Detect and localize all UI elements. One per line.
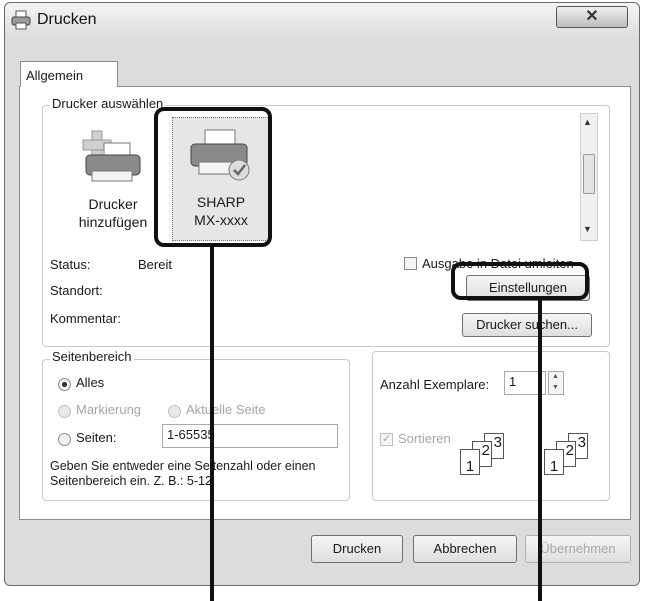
printer-label-line1: Drucker	[88, 196, 138, 212]
settings-callout	[451, 262, 589, 300]
spin-down-icon[interactable]: ▼	[552, 384, 559, 391]
status-value: Bereit	[138, 257, 172, 272]
close-button[interactable]: ✕	[556, 6, 628, 28]
radio-current-page[interactable]	[168, 405, 181, 418]
printer-callout-line	[210, 247, 214, 601]
tab-general[interactable]: Allgemein	[20, 61, 118, 87]
radio-current-page-label: Aktuelle Seite	[186, 402, 266, 417]
cancel-button[interactable]: Abbrechen	[413, 535, 517, 563]
printer-item-add[interactable]: Drucker hinzufügen	[68, 129, 158, 239]
printer-list-scrollbar[interactable]: ▲ ▼	[580, 113, 598, 241]
printer-label-line2: hinzufügen	[78, 214, 148, 230]
scrollbar-thumb[interactable]	[583, 154, 595, 194]
status-label: Status:	[50, 257, 91, 272]
scroll-up-icon[interactable]: ▲	[583, 117, 592, 127]
printer-callout	[154, 107, 272, 247]
print-button[interactable]: Drucken	[311, 535, 403, 563]
radio-all-label: Alles	[76, 375, 105, 390]
print-to-file-checkbox[interactable]	[404, 257, 417, 270]
printer-group-label: Drucker auswählen	[50, 96, 166, 111]
radio-all[interactable]	[58, 378, 71, 391]
find-printer-button[interactable]: Drucker suchen...	[462, 313, 592, 337]
collate-stack-icon: 3 2 1	[460, 433, 520, 483]
collate-label: Sortieren	[398, 431, 451, 446]
window-title: Drucken	[37, 11, 97, 28]
spin-up-icon[interactable]: ▲	[552, 373, 559, 380]
radio-selection-label: Markierung	[76, 402, 142, 417]
collate-checkbox[interactable]: ✓	[380, 433, 393, 446]
title-bar: Drucken ✕	[5, 3, 639, 39]
copies-spinner[interactable]: ▲ ▼	[548, 371, 564, 395]
add-printer-icon	[82, 130, 141, 182]
copies-label: Anzahl Exemplare:	[380, 377, 490, 392]
radio-pages[interactable]	[58, 433, 71, 446]
page-range-hint: Geben Sie entweder eine Seitenzahl oder …	[50, 459, 316, 488]
comment-label: Kommentar:	[50, 311, 121, 326]
page-range-label: Seitenbereich	[50, 349, 134, 364]
pages-input[interactable]: 1-65535	[162, 424, 338, 448]
close-icon: ✕	[585, 8, 599, 25]
printer-icon	[11, 10, 31, 30]
radio-selection[interactable]	[58, 405, 71, 418]
location-label: Standort:	[50, 283, 103, 298]
scroll-down-icon[interactable]: ▼	[583, 224, 592, 234]
radio-pages-label: Seiten:	[76, 430, 117, 445]
collate-stack-icon: 3 2 1	[544, 433, 604, 483]
settings-callout-line	[538, 300, 542, 601]
